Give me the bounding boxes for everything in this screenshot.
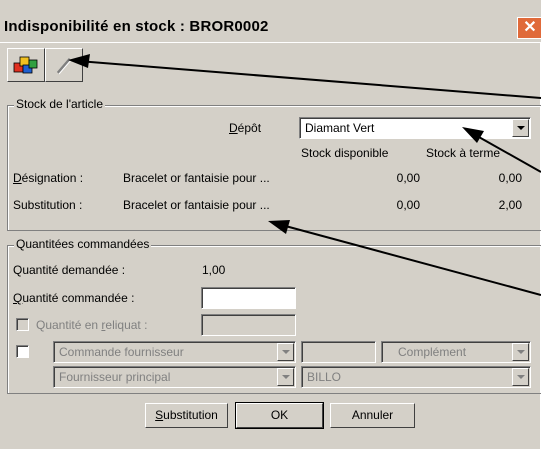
- toolbar-button-colored-blocks[interactable]: [7, 48, 45, 82]
- designation-available: 0,00: [396, 171, 420, 185]
- supplier-name-value: BILLO: [307, 370, 342, 384]
- designation-term: 0,00: [498, 171, 522, 185]
- depot-select-value: Diamant Vert: [305, 121, 375, 135]
- substitution-available: 0,00: [396, 198, 420, 212]
- ok-button[interactable]: OK: [235, 402, 324, 429]
- supplier-order-select[interactable]: Commande fournisseur: [53, 341, 296, 363]
- supplier-order-checkbox[interactable]: [16, 345, 29, 358]
- depot-select[interactable]: Diamant Vert: [299, 117, 531, 139]
- complement-select[interactable]: Complément: [381, 341, 531, 363]
- toolbar-button-pen[interactable]: [45, 48, 83, 82]
- chevron-down-icon[interactable]: [277, 343, 294, 361]
- substitution-term: 2,00: [498, 198, 522, 212]
- cancel-button[interactable]: Annuler: [330, 403, 415, 428]
- chevron-down-icon[interactable]: [512, 343, 529, 361]
- column-header-term: Stock à terme: [426, 146, 501, 160]
- depot-label-rest: épôt: [237, 121, 262, 135]
- substitution-text: Bracelet or fantaisie pour ...: [123, 198, 270, 212]
- supplier-name-select[interactable]: BILLO: [301, 366, 531, 388]
- reliquat-label: Quantité en reliquat :: [36, 318, 148, 332]
- substitution-label: Substitution :: [13, 198, 83, 212]
- reliquat-input[interactable]: [201, 314, 296, 336]
- requested-quantity-value: 1,00: [202, 263, 226, 277]
- window-title: Indisponibilité en stock : BROR0002: [4, 18, 269, 35]
- chevron-down-icon[interactable]: [277, 368, 294, 386]
- depot-label: Dépôt: [229, 121, 262, 135]
- ordered-quantity-label: Quantité commandée :: [13, 291, 135, 305]
- stock-group-legend: Stock de l'article: [14, 97, 105, 111]
- supplier-order-value: Commande fournisseur: [59, 345, 184, 359]
- pen-icon: [56, 58, 72, 75]
- substitution-button[interactable]: Substitution: [145, 403, 228, 428]
- requested-quantity-label: Quantité demandée :: [13, 263, 126, 277]
- chevron-down-icon[interactable]: [512, 368, 529, 386]
- designation-label: Désignation :: [13, 171, 84, 185]
- supplier-order-ref-input[interactable]: [301, 341, 376, 363]
- ordered-quantity-input[interactable]: [201, 287, 296, 309]
- complement-value: Complément: [398, 345, 467, 359]
- column-header-available: Stock disponible: [301, 146, 389, 160]
- main-supplier-select[interactable]: Fournisseur principal: [53, 366, 296, 388]
- chevron-down-icon[interactable]: [512, 119, 529, 137]
- annotation-arrow: [68, 54, 541, 99]
- title-bar: Indisponibilité en stock : BROR0002 ✕: [0, 0, 541, 43]
- dialog-window: Indisponibilité en stock : BROR0002 ✕ St…: [0, 0, 541, 449]
- main-supplier-value: Fournisseur principal: [59, 370, 171, 384]
- designation-text: Bracelet or fantaisie pour ...: [123, 171, 270, 185]
- close-icon: ✕: [523, 19, 537, 36]
- reliquat-checkbox[interactable]: [16, 318, 29, 331]
- quantities-group-legend: Quantitées commandées: [14, 237, 152, 251]
- close-button[interactable]: ✕: [517, 17, 541, 39]
- colored-blocks-icon: [13, 56, 38, 74]
